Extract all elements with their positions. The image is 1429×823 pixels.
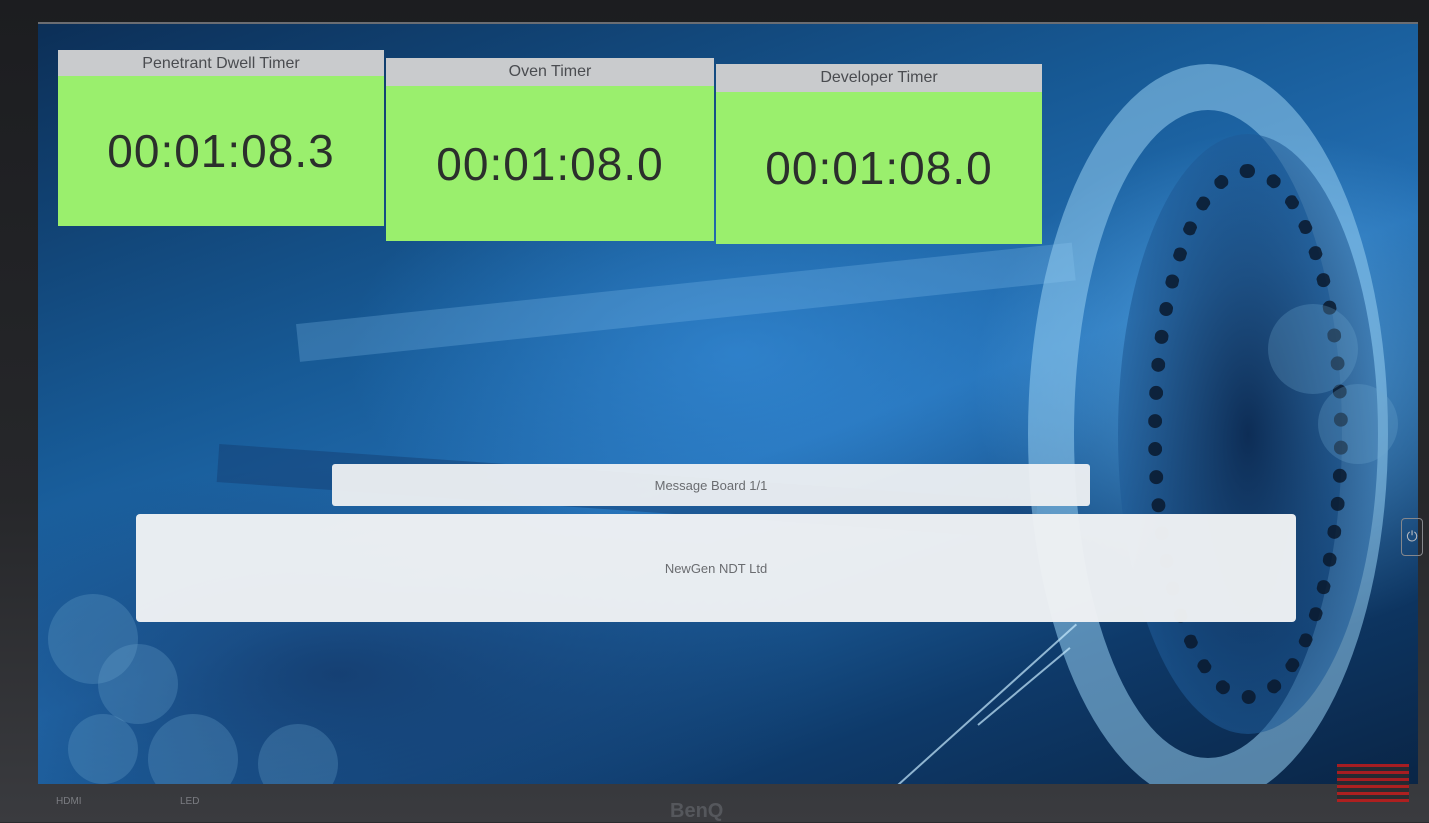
penetrant-dwell-timer-display: 00:01:08.3 [58,76,384,226]
led-label: LED [180,796,200,807]
developer-timer-display: 00:01:08.0 [716,92,1042,244]
background-bubble [258,724,338,784]
oven-timer-label: Oven Timer [386,58,714,86]
red-sticker-label [1337,764,1409,802]
oven-timer-display: 00:01:08.0 [386,86,714,241]
display-screen: Penetrant Dwell Timer 00:01:08.3 Oven Ti… [38,22,1418,784]
message-board-title: Message Board 1/1 [332,464,1090,506]
background-bubble [98,644,178,724]
message-board-body: NewGen NDT Ltd [136,514,1296,622]
light-streak [897,623,1078,784]
turbine-teeth-graphic [1148,164,1348,704]
background-bubble [68,714,138,784]
monitor-power-button[interactable]: ⏻ [1401,518,1423,556]
background-bubble [1268,304,1358,394]
monitor-brand-logo: BenQ [670,800,724,822]
background-bubble [1318,384,1398,464]
penetrant-dwell-timer-label: Penetrant Dwell Timer [58,50,384,78]
developer-timer-label: Developer Timer [716,64,1042,92]
light-streak [977,647,1071,726]
hdmi-label: HDMI [56,796,82,807]
background-blade [296,242,1076,362]
background-bubble [148,714,238,784]
